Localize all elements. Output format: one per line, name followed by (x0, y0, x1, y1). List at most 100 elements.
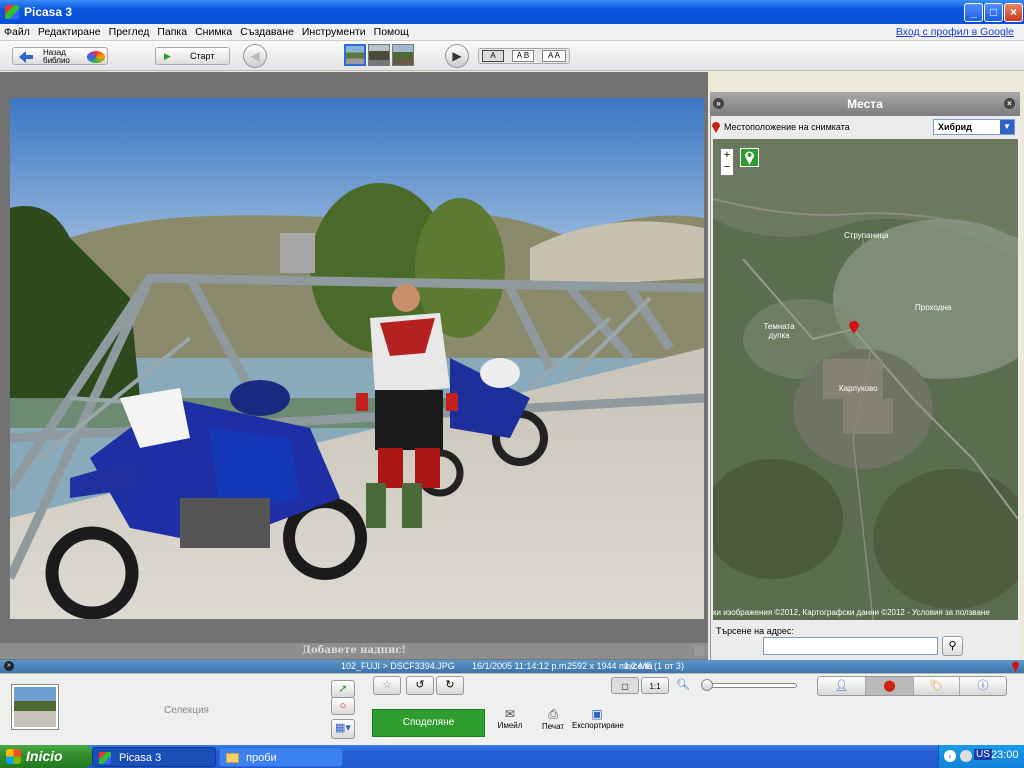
one-to-one-icon: 1:1 (649, 682, 661, 691)
window-title: Picasa 3 (24, 5, 73, 19)
clock: 23:00 (991, 749, 1019, 761)
hold-button[interactable]: ➚ (331, 680, 355, 698)
taskbar-item-folder[interactable]: проби (219, 747, 343, 767)
status-path: 102_FUJI > DSCF3394.JPG (341, 661, 455, 671)
status-filesize: 1,2 МБ (624, 661, 653, 671)
collapse-panel-icon[interactable]: » (713, 98, 724, 109)
start-button[interactable]: Inicio (0, 745, 94, 768)
map-type-value: Хибрид (938, 122, 972, 132)
share-button[interactable]: Споделяне (372, 709, 485, 737)
map-imagery (713, 139, 1018, 620)
play-icon: ▶ (164, 51, 171, 61)
back-arrow-icon (19, 51, 33, 63)
location-pin-icon (712, 121, 720, 133)
task-picasa-label: Picasa 3 (119, 752, 162, 764)
satellite-map[interactable]: + − Струпаница Проходна Темната дупка Ка… (713, 139, 1018, 620)
person-icon: 👤︎ (834, 680, 849, 692)
email-button[interactable]: ✉ Имейл (492, 707, 528, 730)
star-button[interactable]: ☆ (373, 676, 401, 695)
view-mode-group: A A B A A (478, 48, 570, 64)
map-zoom-control: + − (720, 148, 734, 176)
rotate-right-button[interactable]: ↻ (436, 676, 464, 695)
previous-photo-button[interactable]: ◀ (243, 44, 267, 68)
zoom-slider[interactable] (701, 679, 797, 691)
next-photo-button[interactable]: ▶ (445, 44, 469, 68)
google-login-link[interactable]: Вход с профил в Google (892, 24, 1018, 38)
zoom-slider-handle[interactable] (701, 679, 713, 691)
fit-screen-button[interactable]: ▢ (611, 677, 639, 694)
task-folder-label: проби (246, 752, 277, 764)
address-search-label: Търсене на адрес: (716, 626, 794, 636)
compare-view-button[interactable]: A B (512, 50, 534, 62)
caption-bar[interactable]: Добавете надпис! (0, 643, 708, 659)
picasa-app-icon (5, 5, 19, 19)
motorbike-photo (10, 98, 704, 619)
taskbar-item-picasa[interactable]: Picasa 3 (92, 747, 216, 767)
places-tab[interactable]: ⬤ (866, 677, 914, 695)
places-title: Места (847, 97, 883, 111)
tray-chevron-icon[interactable]: ‹ (944, 750, 956, 762)
menu-create[interactable]: Създаване (236, 24, 298, 38)
info-icon: ⓘ (977, 680, 989, 692)
expand-icon[interactable]: » (4, 661, 14, 671)
photo-location-marker-icon[interactable] (849, 320, 859, 334)
places-header: » Места × (710, 92, 1020, 116)
filmstrip-thumb-3[interactable] (392, 44, 414, 66)
export-button[interactable]: ▣ Експортиране (572, 707, 624, 730)
print-label: Печат (541, 722, 565, 731)
menu-view[interactable]: Преглед (105, 24, 154, 38)
map-zoom-out-button[interactable]: − (721, 161, 733, 173)
map-label-strupanitsa: Струпаница (844, 231, 889, 240)
language-indicator[interactable]: US (974, 749, 992, 760)
map-zoom-in-button[interactable]: + (721, 149, 733, 161)
address-search-button[interactable]: ⚲ (942, 636, 963, 656)
minimize-button[interactable]: _ (964, 3, 983, 22)
menu-file[interactable]: Файл (0, 24, 34, 38)
clear-selection-button[interactable]: ○ (331, 697, 355, 715)
info-tab[interactable]: ⓘ (960, 677, 1006, 695)
map-label-karlukovo: Карлуково (839, 384, 878, 393)
tray-thumbnail[interactable] (11, 684, 59, 730)
album-icon: ▦▾ (335, 722, 351, 734)
filmstrip-thumb-2[interactable] (368, 44, 390, 66)
map-label-temnata-dupka: Темната дупка (763, 322, 795, 340)
slideshow-start-button[interactable]: ▶ Старт (155, 47, 230, 65)
menu-picture[interactable]: Снимка (191, 24, 236, 38)
search-icon: ⚲ (948, 640, 957, 652)
single-view-button[interactable]: A (482, 50, 504, 62)
main-photo[interactable] (10, 98, 704, 619)
dual-view-button[interactable]: A A (542, 50, 566, 62)
location-label: Местоположение на снимката (724, 122, 850, 132)
menu-edit[interactable]: Редактиране (34, 24, 105, 38)
filmstrip-thumb-1[interactable] (344, 44, 366, 66)
close-button[interactable]: × (1004, 3, 1023, 22)
status-index: (1 от 3) (654, 661, 684, 671)
star-icon: ☆ (382, 679, 392, 691)
geotag-pin-icon (1012, 661, 1019, 672)
menu-folder[interactable]: Папка (153, 24, 191, 38)
close-panel-icon[interactable]: × (1004, 98, 1015, 109)
maximize-button[interactable]: □ (984, 3, 1003, 22)
people-tab[interactable]: 👤︎ (818, 677, 866, 695)
title-bar: Picasa 3 _ □ × (0, 0, 1024, 24)
print-button[interactable]: ⎙ Печат (535, 707, 571, 731)
menu-bar: Файл Редактиране Преглед Папка Снимка Създава… (0, 24, 1024, 41)
rotate-left-button[interactable]: ↺ (406, 676, 434, 695)
add-to-album-button[interactable]: ▦▾ (331, 719, 355, 739)
tray-app-icon[interactable] (960, 750, 972, 762)
back-to-library-button[interactable]: Назад библио (12, 47, 108, 65)
map-pin-icon: ⬤ (883, 680, 896, 692)
map-type-select[interactable]: Хибрид ▼ (933, 119, 1015, 135)
menu-help[interactable]: Помощ (370, 24, 413, 38)
back-label-line2: библио (43, 56, 70, 65)
fit-icon: ▢ (621, 682, 629, 691)
tags-tab[interactable]: 🏷︎ (914, 677, 960, 695)
menu-tools[interactable]: Инструменти (298, 24, 370, 38)
actual-size-button[interactable]: 1:1 (641, 677, 669, 694)
side-panel-tabs: 👤︎ ⬤ 🏷︎ ⓘ (817, 676, 1007, 696)
caption-trash-icon[interactable] (694, 646, 704, 656)
system-tray: ‹ US 23:00 (938, 745, 1024, 768)
address-search-input[interactable] (763, 637, 938, 655)
export-label: Експортиране (572, 721, 624, 730)
place-marker-tool[interactable] (740, 148, 759, 167)
